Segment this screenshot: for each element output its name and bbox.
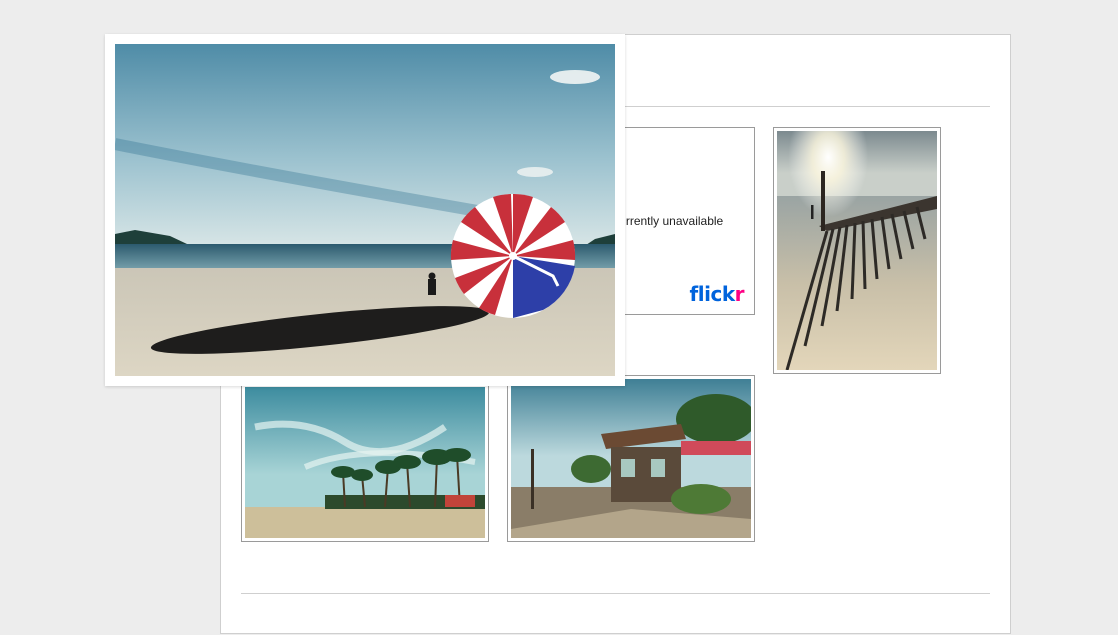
thumbnail-beach-shack[interactable] (507, 375, 755, 542)
bottom-divider (241, 593, 990, 594)
beach-shack-photo (511, 379, 751, 538)
pier-photo (777, 131, 937, 370)
lightbox-overlay[interactable] (105, 34, 625, 386)
palm-beach-photo (245, 387, 485, 538)
thumbnail-pier[interactable] (773, 127, 941, 374)
flickr-logo: flickr (689, 282, 745, 306)
thumbnail-palm-beach[interactable] (241, 383, 489, 542)
parachute-beach-photo (115, 44, 615, 376)
